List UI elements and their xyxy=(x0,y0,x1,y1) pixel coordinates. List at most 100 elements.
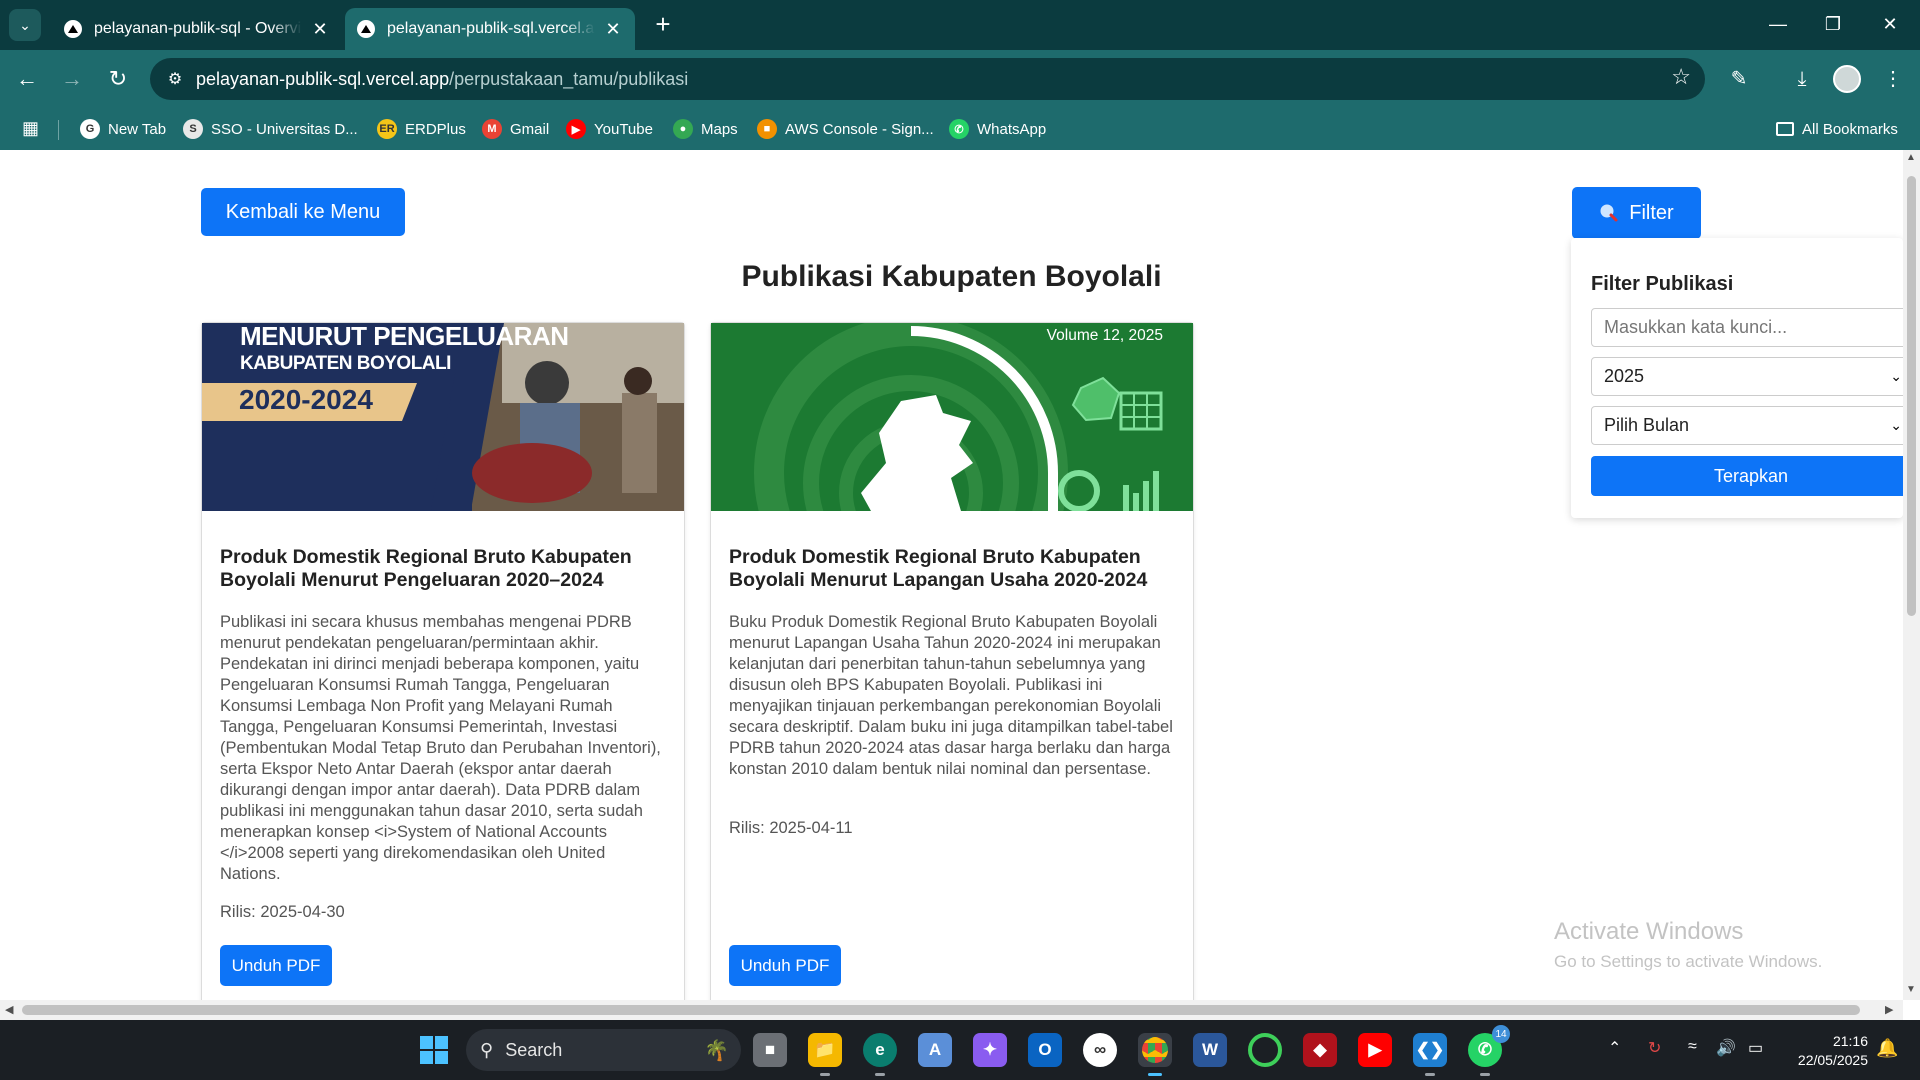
profile-avatar[interactable] xyxy=(1833,65,1861,93)
bookmark-label: AWS Console - Sign... xyxy=(785,120,934,138)
clock-time: 21:16 xyxy=(1832,1033,1868,1049)
publication-release-date: Rilis: 2025-04-11 xyxy=(729,819,853,837)
refresh-app-icon[interactable] xyxy=(1248,1033,1282,1067)
close-icon[interactable]: ✕ xyxy=(310,19,330,40)
taskbar-search-label: Search xyxy=(505,1039,563,1060)
ai-app-icon[interactable]: A xyxy=(918,1033,952,1067)
bookmark-gmail[interactable]: M Gmail xyxy=(482,116,549,142)
chevron-down-icon: ⌄ xyxy=(1890,368,1902,384)
publication-description: Buku Produk Domestik Regional Bruto Kabu… xyxy=(729,613,1173,778)
scroll-down-icon[interactable]: ▼ xyxy=(1906,984,1916,995)
bookmark-label: Maps xyxy=(701,120,738,138)
scrollbar-thumb[interactable] xyxy=(22,1005,1860,1015)
taskbar-search-box[interactable]: ⚲ Search 🌴 xyxy=(466,1029,741,1071)
reload-button[interactable]: ↻ xyxy=(103,64,133,94)
page-viewport: Kembali ke Menu Filter Publikasi Kabupat… xyxy=(0,150,1903,1000)
chrome-icon[interactable] xyxy=(1138,1033,1172,1076)
word-icon[interactable]: W xyxy=(1193,1033,1227,1067)
plus-icon: + xyxy=(655,9,671,39)
browser-tab-publikasi[interactable]: pelayanan-publik-sql.vercel.app ✕ xyxy=(345,8,635,50)
filter-panel: Filter Publikasi Masukkan kata kunci... … xyxy=(1571,238,1903,518)
extensions-icon[interactable]: ✎ xyxy=(1724,64,1754,94)
bookmark-sso[interactable]: S SSO - Universitas D... xyxy=(183,116,358,142)
scroll-right-icon[interactable]: ▶ xyxy=(1885,1003,1893,1016)
wifi-icon[interactable]: ≈ xyxy=(1688,1038,1697,1056)
outlook-icon[interactable]: O xyxy=(1028,1033,1062,1067)
bookmark-maps[interactable]: ● Maps xyxy=(673,116,738,142)
site-settings-icon[interactable]: ⚙ xyxy=(158,62,192,96)
bookmark-erdplus[interactable]: ER ERDPlus xyxy=(377,116,466,142)
new-tab-button[interactable]: + xyxy=(648,10,678,40)
bookmark-aws[interactable]: ■ AWS Console - Sign... xyxy=(757,116,934,142)
back-button[interactable]: ← xyxy=(12,64,42,94)
all-bookmarks-button[interactable]: All Bookmarks xyxy=(1776,116,1898,142)
game-app-icon[interactable]: ◆ xyxy=(1303,1033,1337,1067)
task-view-icon[interactable]: ■ xyxy=(753,1033,787,1067)
edge-icon[interactable]: e xyxy=(863,1033,897,1076)
bookmarks-divider xyxy=(58,120,59,140)
publication-cover-image: Volume 12, 2025 xyxy=(711,323,1193,511)
back-to-menu-button[interactable]: Kembali ke Menu xyxy=(201,188,405,236)
close-window-button[interactable]: ✕ xyxy=(1870,8,1910,40)
scrollbar-thumb[interactable] xyxy=(1907,176,1916,616)
close-icon[interactable]: ✕ xyxy=(603,19,623,40)
more-menu-icon[interactable]: ⋮ xyxy=(1878,64,1908,94)
forward-button[interactable]: → xyxy=(57,64,87,94)
address-bar[interactable]: ⚙ pelayanan-publik-sql.vercel.app/perpus… xyxy=(150,58,1705,100)
search-highlight-icon: 🌴 xyxy=(704,1039,729,1062)
chevron-up-icon[interactable]: ⌃ xyxy=(1608,1038,1621,1058)
restore-button[interactable]: ❐ xyxy=(1813,8,1853,40)
download-icon[interactable]: ⤓ xyxy=(1787,64,1817,94)
whatsapp-icon[interactable]: ✆ 14 xyxy=(1468,1025,1510,1076)
publication-card: MENURUT PENGELUARAN KABUPATEN BOYOLALI 2… xyxy=(201,322,685,1000)
whatsapp-icon: ✆ xyxy=(949,119,969,139)
filter-toggle-button[interactable]: Filter xyxy=(1572,187,1701,239)
download-pdf-button[interactable]: Unduh PDF xyxy=(729,945,841,986)
arrow-right-icon: → xyxy=(61,66,83,91)
keyword-search-input[interactable]: Masukkan kata kunci... xyxy=(1591,308,1903,347)
download-pdf-button[interactable]: Unduh PDF xyxy=(220,945,332,986)
bookmark-youtube[interactable]: ▶ YouTube xyxy=(566,116,653,142)
vscode-icon[interactable]: ❮❯ xyxy=(1413,1033,1447,1076)
bookmark-whatsapp[interactable]: ✆ WhatsApp xyxy=(949,116,1046,142)
activate-windows-watermark: Activate Windows Go to Settings to activ… xyxy=(1554,918,1822,972)
system-clock[interactable]: 21:16 22/05/2025 xyxy=(1782,1032,1868,1070)
volume-icon[interactable]: 🔊 xyxy=(1716,1038,1736,1058)
maps-icon: ● xyxy=(673,119,693,139)
horizontal-scrollbar[interactable]: ◀ ▶ xyxy=(0,1000,1903,1020)
copilot-icon[interactable]: ✦ xyxy=(973,1033,1007,1067)
browser-tab-strip: ⌄ pelayanan-publik-sql - Overview ✕ pela… xyxy=(0,0,1920,50)
search-icon: ⚲ xyxy=(480,1039,494,1060)
year-select-value: 2025 xyxy=(1604,366,1645,386)
tab-search-button[interactable]: ⌄ xyxy=(9,9,41,41)
scroll-left-icon[interactable]: ◀ xyxy=(5,1003,13,1016)
bookmark-google[interactable]: G New Tab xyxy=(80,116,166,142)
year-select[interactable]: 2025 ⌄ xyxy=(1591,357,1903,396)
youtube-icon[interactable]: ▶ xyxy=(1358,1033,1392,1067)
month-select[interactable]: Pilih Bulan ⌄ xyxy=(1591,406,1903,445)
apply-filter-button[interactable]: Terapkan xyxy=(1591,456,1903,496)
publication-title: Produk Domestik Regional Bruto Kabupaten… xyxy=(729,546,1148,591)
browser-tab-overview[interactable]: pelayanan-publik-sql - Overview ✕ xyxy=(52,8,342,50)
windows-start-icon[interactable] xyxy=(420,1036,448,1064)
browser-toolbar: ← → ↻ ⚙ pelayanan-publik-sql.vercel.app/… xyxy=(0,50,1920,108)
scroll-up-icon[interactable]: ▲ xyxy=(1906,152,1916,163)
tab-title: pelayanan-publik-sql - Overview xyxy=(94,20,302,37)
vertical-scrollbar[interactable]: ▲ ▼ xyxy=(1903,150,1920,1000)
close-icon: ✕ xyxy=(1882,14,1898,34)
notification-bell-icon[interactable]: 🔔 xyxy=(1876,1038,1898,1059)
url-text[interactable]: pelayanan-publik-sql.vercel.app/perpusta… xyxy=(196,69,688,90)
vercel-icon xyxy=(64,20,82,38)
publication-description: Publikasi ini secara khusus membahas men… xyxy=(220,613,661,883)
sync-icon[interactable]: ↻ xyxy=(1648,1038,1661,1058)
apps-grid-icon[interactable]: ▦ xyxy=(22,118,42,138)
capcut-icon[interactable]: ∞ xyxy=(1083,1033,1117,1067)
google-icon: G xyxy=(80,119,100,139)
battery-icon[interactable]: ▭ xyxy=(1748,1038,1763,1058)
watermark-subtitle: Go to Settings to activate Windows. xyxy=(1554,952,1823,971)
minimize-button[interactable]: — xyxy=(1758,8,1798,40)
publication-cover-image: MENURUT PENGELUARAN KABUPATEN BOYOLALI 2… xyxy=(202,323,684,511)
month-select-value: Pilih Bulan xyxy=(1604,415,1690,435)
bookmark-star-icon[interactable]: ☆ xyxy=(1671,64,1691,90)
file-explorer-icon[interactable]: 📁 xyxy=(808,1033,842,1076)
